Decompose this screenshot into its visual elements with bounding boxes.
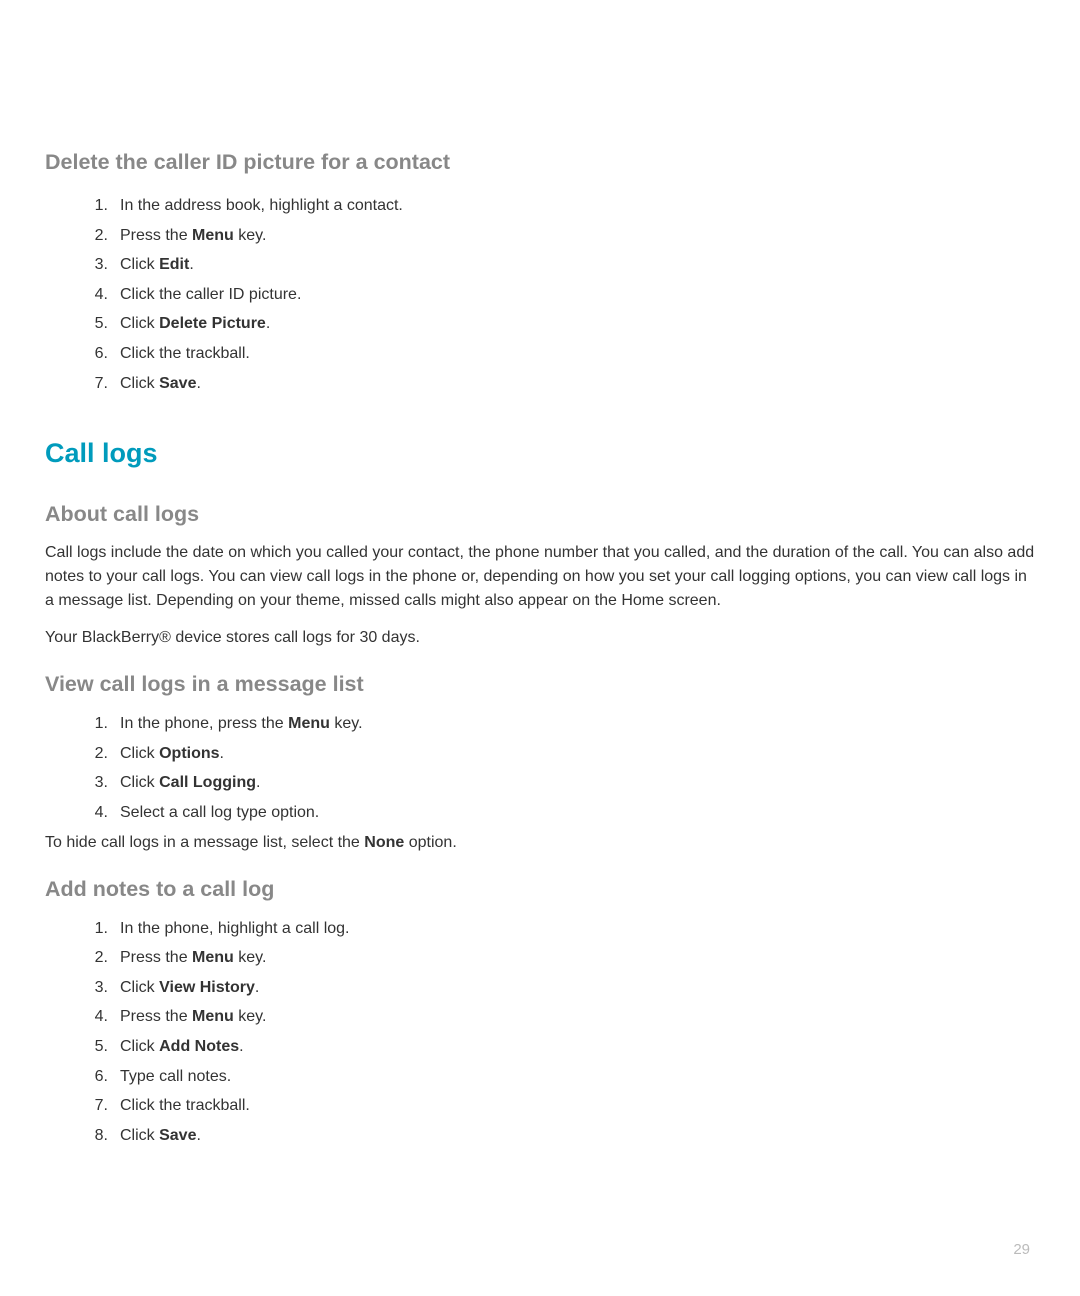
list-item: Click Save. (97, 371, 1035, 397)
section-heading-add-notes: Add notes to a call log (45, 877, 1035, 902)
list-item: Press the Menu key. (97, 1004, 1035, 1030)
steps-list-3: In the phone, highlight a call log. Pres… (97, 916, 1035, 1149)
list-item: Click the trackball. (97, 341, 1035, 367)
list-item: Click Save. (97, 1123, 1035, 1149)
list-item: Click Options. (97, 741, 1035, 767)
paragraph-about-call-logs-1: Call logs include the date on which you … (45, 541, 1035, 613)
list-item: Click the trackball. (97, 1093, 1035, 1119)
section-heading-about-call-logs: About call logs (45, 502, 1035, 527)
list-item: In the phone, highlight a call log. (97, 916, 1035, 942)
paragraph-about-call-logs-2: Your BlackBerry® device stores call logs… (45, 626, 1035, 650)
main-heading-call-logs: Call logs (45, 438, 1035, 469)
steps-list-1: In the address book, highlight a contact… (97, 193, 1035, 396)
section-heading-view-call-logs: View call logs in a message list (45, 672, 1035, 697)
list-item: Click Edit. (97, 252, 1035, 278)
list-item: Click the caller ID picture. (97, 282, 1035, 308)
section-heading-delete-caller-id: Delete the caller ID picture for a conta… (45, 150, 1035, 175)
list-item: Click Call Logging. (97, 770, 1035, 796)
list-item: Press the Menu key. (97, 223, 1035, 249)
list-item: Type call notes. (97, 1064, 1035, 1090)
page-number: 29 (1013, 1241, 1030, 1258)
paragraph-hide-call-logs: To hide call logs in a message list, sel… (45, 831, 1035, 855)
list-item: In the phone, press the Menu key. (97, 711, 1035, 737)
list-item: Click Add Notes. (97, 1034, 1035, 1060)
list-item: Click Delete Picture. (97, 311, 1035, 337)
list-item: Click View History. (97, 975, 1035, 1001)
list-item: In the address book, highlight a contact… (97, 193, 1035, 219)
steps-list-2: In the phone, press the Menu key. Click … (97, 711, 1035, 825)
list-item: Press the Menu key. (97, 945, 1035, 971)
list-item: Select a call log type option. (97, 800, 1035, 826)
